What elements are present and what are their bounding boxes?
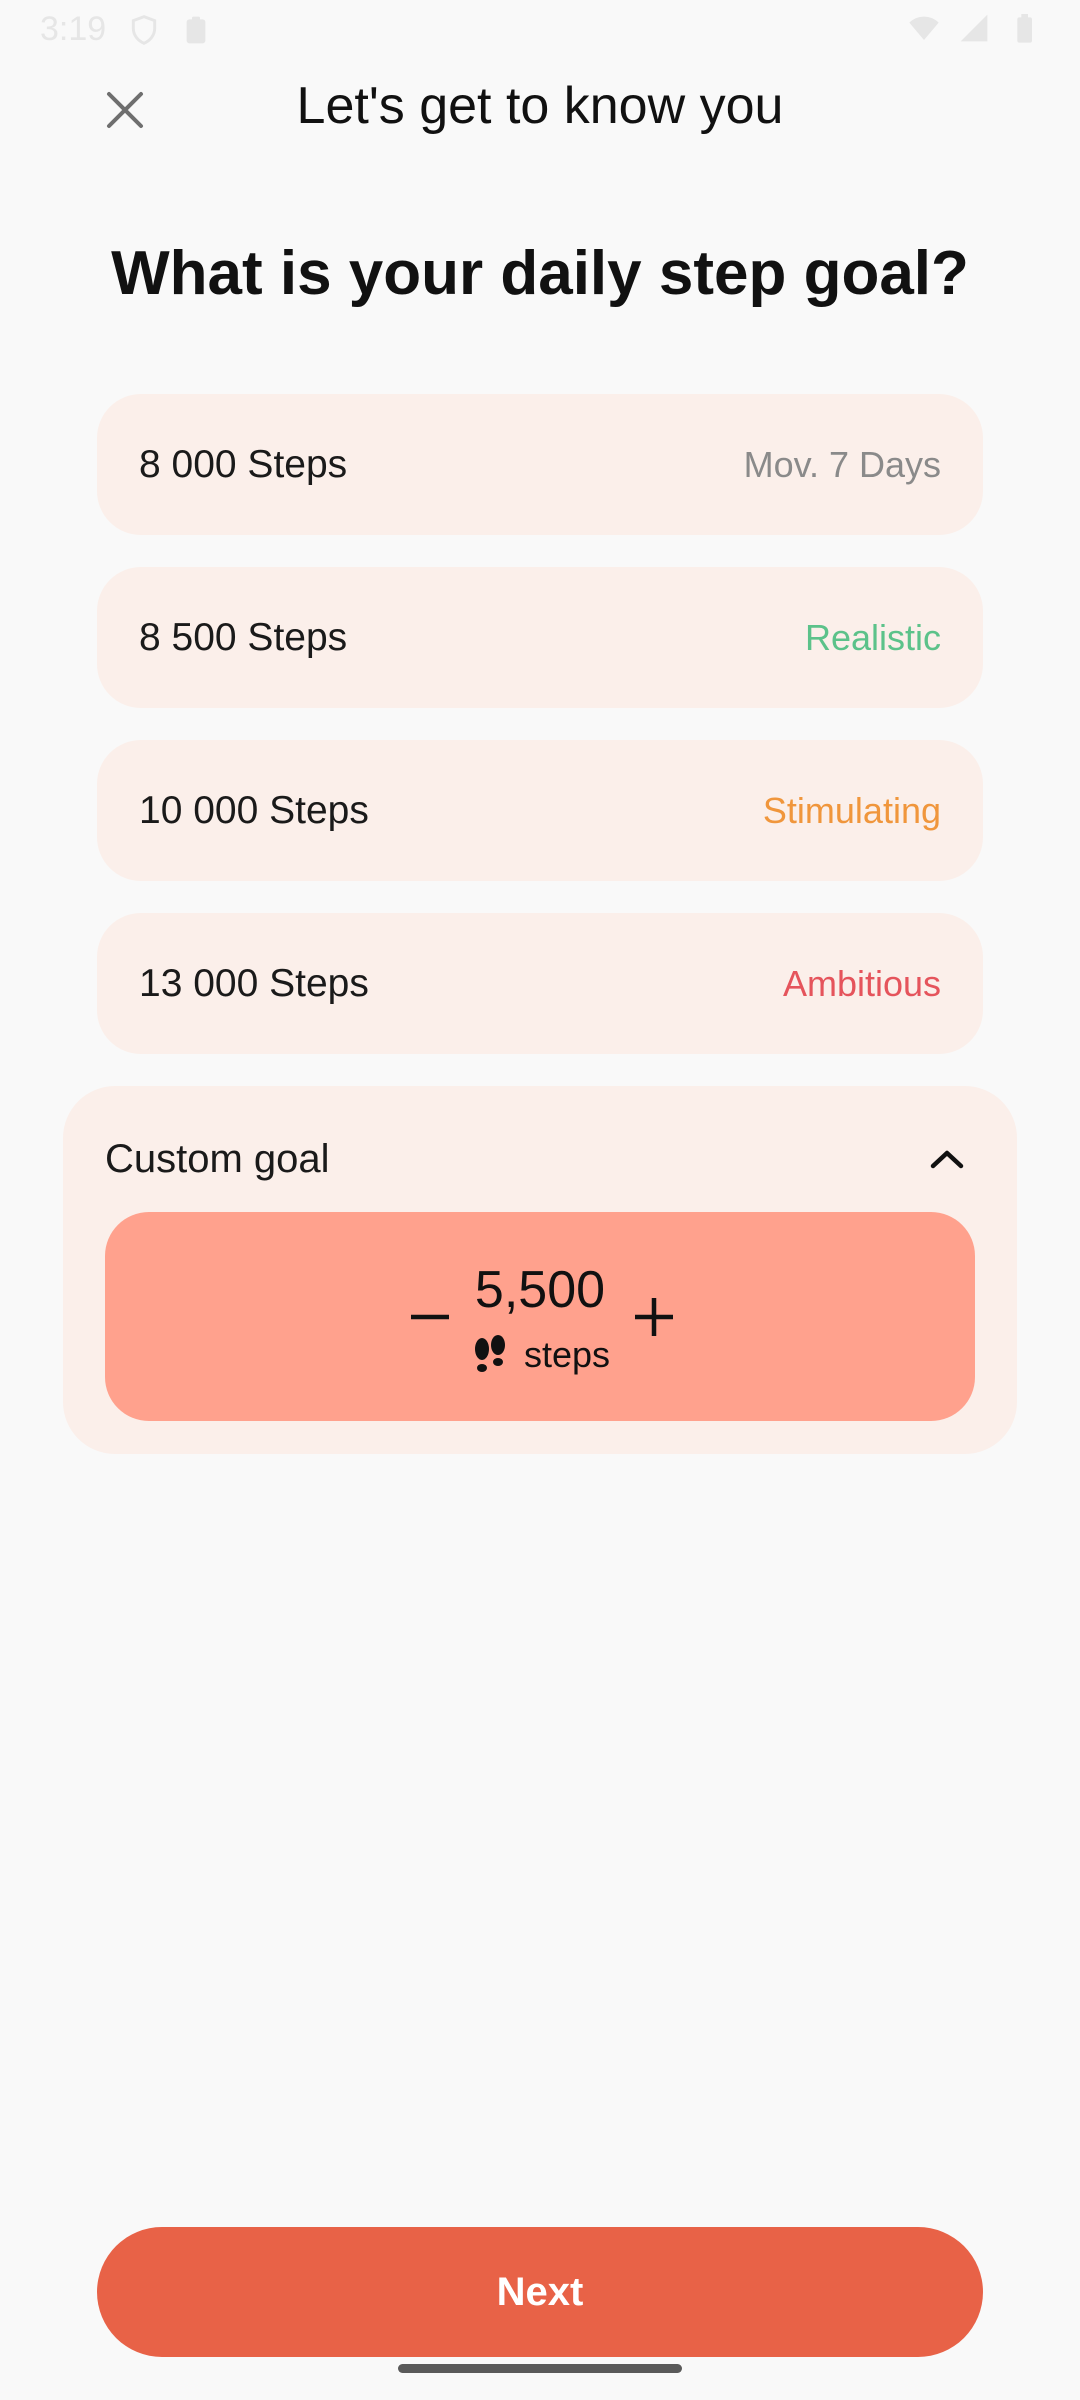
page-title: Let's get to know you bbox=[296, 77, 784, 135]
option-10000-steps[interactable]: 10 000 Steps Stimulating bbox=[97, 740, 983, 881]
clipboard-icon bbox=[186, 16, 206, 44]
custom-goal-title: Custom goal bbox=[105, 1136, 330, 1181]
footprints-icon bbox=[474, 1335, 505, 1372]
option-8000-steps[interactable]: 8 000 Steps Mov. 7 Days bbox=[97, 394, 983, 535]
status-icons-right bbox=[908, 12, 1040, 44]
option-label: 8 000 Steps bbox=[139, 442, 348, 486]
status-time: 3:19 bbox=[40, 10, 107, 48]
status-icons-left bbox=[128, 14, 212, 46]
next-button-label: Next bbox=[496, 2269, 584, 2314]
next-button[interactable]: Next bbox=[97, 2227, 983, 2357]
steps-unit-label: steps bbox=[523, 1334, 611, 1375]
custom-goal-header[interactable]: Custom goal bbox=[105, 1124, 977, 1194]
plus-icon bbox=[635, 1298, 673, 1336]
steps-unit: steps bbox=[105, 1334, 975, 1376]
signal-icon bbox=[960, 14, 988, 42]
status-bar: 3:19 bbox=[0, 0, 1080, 60]
option-label: 10 000 Steps bbox=[139, 788, 369, 832]
collapse-button[interactable] bbox=[917, 1129, 977, 1189]
option-8500-steps[interactable]: 8 500 Steps Realistic bbox=[97, 567, 983, 708]
option-label: 8 500 Steps bbox=[139, 615, 348, 659]
option-tag: Ambitious bbox=[782, 962, 941, 1004]
option-label: 13 000 Steps bbox=[139, 961, 369, 1005]
question-heading: What is your daily step goal? bbox=[111, 239, 969, 308]
steps-value: 5,500 bbox=[474, 1261, 606, 1319]
shield-icon bbox=[131, 15, 157, 45]
battery-icon bbox=[1017, 14, 1032, 43]
custom-goal-card: Custom goal 5,500 steps bbox=[63, 1086, 1017, 1454]
option-13000-steps[interactable]: 13 000 Steps Ambitious bbox=[97, 913, 983, 1054]
option-tag: Mov. 7 Days bbox=[743, 443, 941, 485]
chevron-up-icon bbox=[930, 1150, 964, 1169]
top-bar: Let's get to know you bbox=[0, 60, 1080, 150]
increase-button[interactable] bbox=[609, 1272, 699, 1362]
option-tag: Stimulating bbox=[762, 789, 941, 831]
option-tag: Realistic bbox=[804, 616, 941, 658]
steps-stepper: 5,500 steps bbox=[105, 1212, 975, 1421]
wifi-icon bbox=[909, 16, 939, 40]
home-indicator[interactable] bbox=[398, 2364, 682, 2373]
